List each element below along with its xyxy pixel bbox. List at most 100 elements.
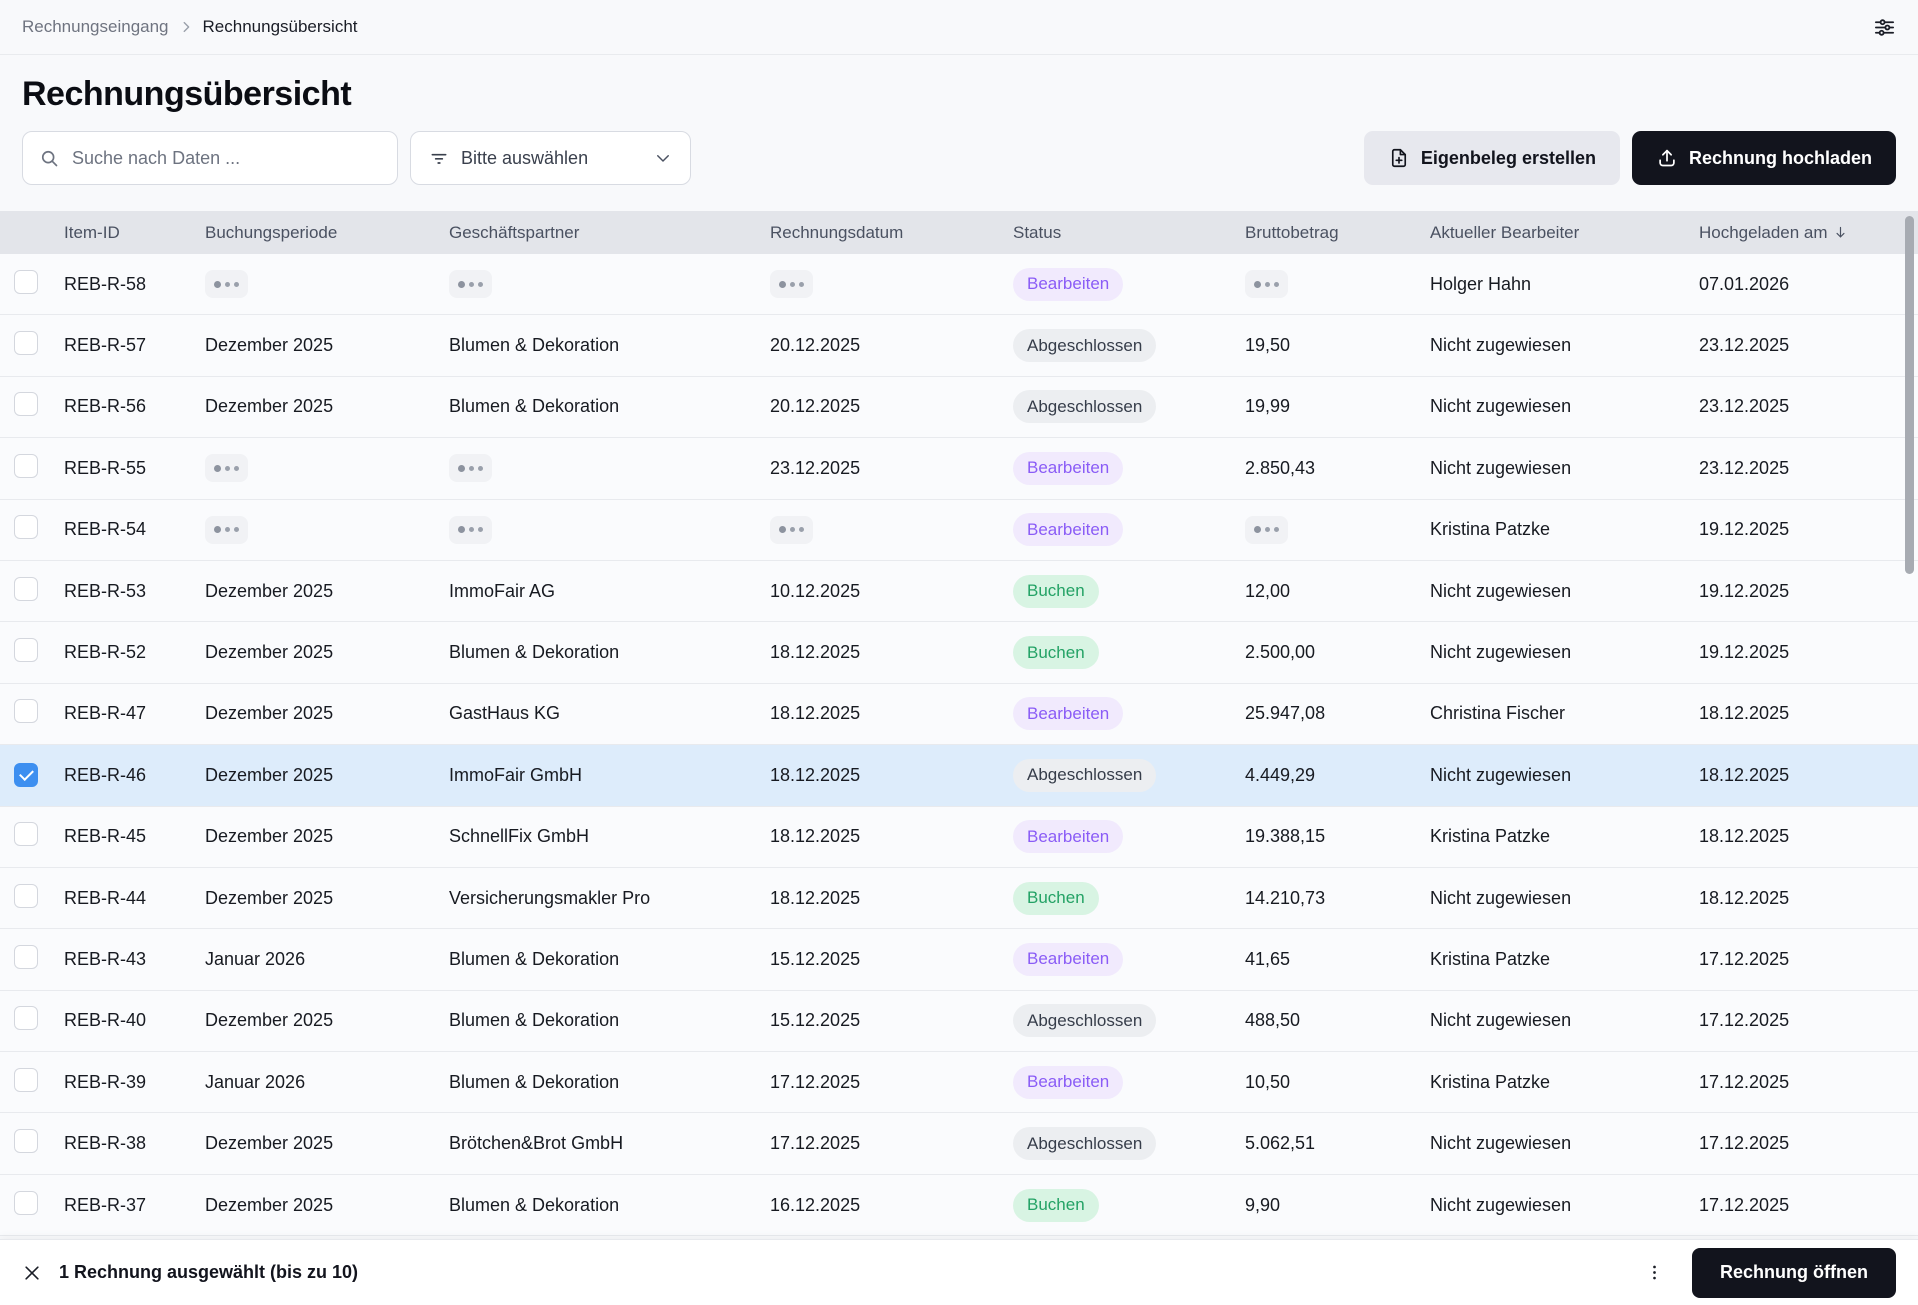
cell-geschaeftspartner [449, 270, 770, 298]
cell-bearbeiter: Nicht zugewiesen [1430, 1133, 1699, 1154]
column-header-status[interactable]: Status [1013, 223, 1245, 243]
column-header-item-id[interactable]: Item-ID [64, 223, 205, 243]
cell-status: Abgeschlossen [1013, 390, 1245, 423]
table-row[interactable]: REB-R-43 Januar 2026 Blumen & Dekoration… [0, 929, 1918, 990]
cell-geschaeftspartner: Blumen & Dekoration [449, 949, 770, 970]
create-receipt-button[interactable]: Eigenbeleg erstellen [1364, 131, 1620, 185]
row-checkbox[interactable] [14, 763, 38, 787]
status-badge: Buchen [1013, 882, 1099, 915]
table-row[interactable]: REB-R-39 Januar 2026 Blumen & Dekoration… [0, 1052, 1918, 1113]
status-badge: Abgeschlossen [1013, 390, 1156, 423]
table-row[interactable]: REB-R-58 Bearbeiten Holger Hahn 07.01.20… [0, 254, 1918, 315]
row-checkbox[interactable] [14, 884, 38, 908]
status-badge: Bearbeiten [1013, 452, 1123, 485]
row-checkbox[interactable] [14, 270, 38, 294]
status-badge: Bearbeiten [1013, 268, 1123, 301]
cell-geschaeftspartner: Blumen & Dekoration [449, 396, 770, 417]
cell-geschaeftspartner: ImmoFair AG [449, 581, 770, 602]
row-checkbox[interactable] [14, 822, 38, 846]
table-row[interactable]: REB-R-52 Dezember 2025 Blumen & Dekorati… [0, 622, 1918, 683]
row-checkbox[interactable] [14, 638, 38, 662]
cell-bruttobetrag: 10,50 [1245, 1072, 1430, 1093]
cell-geschaeftspartner: GastHaus KG [449, 703, 770, 724]
filter-select[interactable]: Bitte auswählen [410, 131, 691, 185]
cell-bearbeiter: Nicht zugewiesen [1430, 1010, 1699, 1031]
clear-selection-button[interactable] [22, 1263, 42, 1283]
table-row[interactable]: REB-R-46 Dezember 2025 ImmoFair GmbH 18.… [0, 745, 1918, 806]
column-header-hochgeladen[interactable]: Hochgeladen am [1699, 223, 1918, 243]
loading-placeholder [770, 270, 813, 298]
row-checkbox[interactable] [14, 331, 38, 355]
cell-buchungsperiode: Dezember 2025 [205, 1195, 449, 1216]
loading-placeholder [449, 270, 492, 298]
cell-bruttobetrag: 12,00 [1245, 581, 1430, 602]
column-header-rechnungsdatum[interactable]: Rechnungsdatum [770, 223, 1013, 243]
view-settings-button[interactable] [1873, 16, 1896, 39]
table-row[interactable]: REB-R-37 Dezember 2025 Blumen & Dekorati… [0, 1175, 1918, 1236]
status-badge: Abgeschlossen [1013, 1127, 1156, 1160]
row-checkbox[interactable] [14, 454, 38, 478]
filter-select-label: Bitte auswählen [461, 148, 588, 169]
selection-count-label: 1 Rechnung ausgewählt (bis zu 10) [59, 1262, 358, 1283]
search-input[interactable] [72, 148, 381, 169]
table-row[interactable]: REB-R-38 Dezember 2025 Brötchen&Brot Gmb… [0, 1113, 1918, 1174]
cell-rechnungsdatum: 23.12.2025 [770, 458, 1013, 479]
open-invoice-button[interactable]: Rechnung öffnen [1692, 1248, 1896, 1298]
table-row[interactable]: REB-R-40 Dezember 2025 Blumen & Dekorati… [0, 991, 1918, 1052]
cell-rechnungsdatum: 18.12.2025 [770, 765, 1013, 786]
cell-item-id: REB-R-40 [64, 1010, 205, 1031]
cell-status: Bearbeiten [1013, 820, 1245, 853]
cell-status: Abgeschlossen [1013, 1004, 1245, 1037]
scrollbar-thumb[interactable] [1905, 216, 1914, 574]
page-head: Rechnungsübersicht Bitte auswählen [0, 55, 1918, 211]
cell-geschaeftspartner: Blumen & Dekoration [449, 1010, 770, 1031]
selection-bar: 1 Rechnung ausgewählt (bis zu 10) Rechnu… [0, 1239, 1918, 1305]
cell-item-id: REB-R-38 [64, 1133, 205, 1154]
table-row[interactable]: REB-R-57 Dezember 2025 Blumen & Dekorati… [0, 315, 1918, 376]
row-checkbox[interactable] [14, 945, 38, 969]
filter-lines-icon [429, 148, 449, 168]
table-row[interactable]: REB-R-45 Dezember 2025 SchnellFix GmbH 1… [0, 807, 1918, 868]
cell-rechnungsdatum: 20.12.2025 [770, 335, 1013, 356]
open-invoice-label: Rechnung öffnen [1720, 1262, 1868, 1283]
row-checkbox[interactable] [14, 392, 38, 416]
row-checkbox[interactable] [14, 699, 38, 723]
cell-rechnungsdatum: 16.12.2025 [770, 1195, 1013, 1216]
cell-rechnungsdatum: 10.12.2025 [770, 581, 1013, 602]
row-checkbox[interactable] [14, 1191, 38, 1215]
cell-rechnungsdatum: 17.12.2025 [770, 1133, 1013, 1154]
cell-rechnungsdatum [770, 516, 1013, 544]
table-row[interactable]: REB-R-44 Dezember 2025 Versicherungsmakl… [0, 868, 1918, 929]
cell-status: Buchen [1013, 636, 1245, 669]
row-checkbox[interactable] [14, 515, 38, 539]
column-header-bruttobetrag[interactable]: Bruttobetrag [1245, 223, 1430, 243]
table-row[interactable]: REB-R-56 Dezember 2025 Blumen & Dekorati… [0, 377, 1918, 438]
cell-bruttobetrag [1245, 516, 1430, 544]
row-checkbox[interactable] [14, 1006, 38, 1030]
cell-status: Bearbeiten [1013, 268, 1245, 301]
column-header-buchungsperiode[interactable]: Buchungsperiode [205, 223, 449, 243]
row-checkbox[interactable] [14, 1068, 38, 1092]
table-row[interactable]: REB-R-47 Dezember 2025 GastHaus KG 18.12… [0, 684, 1918, 745]
breadcrumb-current: Rechnungsübersicht [203, 17, 358, 37]
table-row[interactable]: REB-R-54 Bearbeiten Kristina Patzke 19.1… [0, 500, 1918, 561]
cell-rechnungsdatum: 17.12.2025 [770, 1072, 1013, 1093]
column-header-bearbeiter[interactable]: Aktueller Bearbeiter [1430, 223, 1699, 243]
table-row[interactable]: REB-R-55 23.12.2025 Bearbeiten 2.850,43 … [0, 438, 1918, 499]
status-badge: Bearbeiten [1013, 943, 1123, 976]
cell-bearbeiter: Kristina Patzke [1430, 519, 1699, 540]
status-badge: Buchen [1013, 1189, 1099, 1222]
breadcrumb: Rechnungseingang Rechnungsübersicht [22, 17, 358, 37]
cell-hochgeladen: 17.12.2025 [1699, 949, 1918, 970]
breadcrumb-parent[interactable]: Rechnungseingang [22, 17, 169, 37]
upload-invoice-button[interactable]: Rechnung hochladen [1632, 131, 1896, 185]
column-header-geschaeftspartner[interactable]: Geschäftspartner [449, 223, 770, 243]
row-checkbox[interactable] [14, 577, 38, 601]
row-checkbox[interactable] [14, 1129, 38, 1153]
table-row[interactable]: REB-R-53 Dezember 2025 ImmoFair AG 10.12… [0, 561, 1918, 622]
cell-status: Bearbeiten [1013, 513, 1245, 546]
cell-hochgeladen: 17.12.2025 [1699, 1072, 1918, 1093]
cell-rechnungsdatum: 18.12.2025 [770, 703, 1013, 724]
more-actions-button[interactable] [1645, 1263, 1664, 1282]
page-title: Rechnungsübersicht [22, 75, 1896, 114]
